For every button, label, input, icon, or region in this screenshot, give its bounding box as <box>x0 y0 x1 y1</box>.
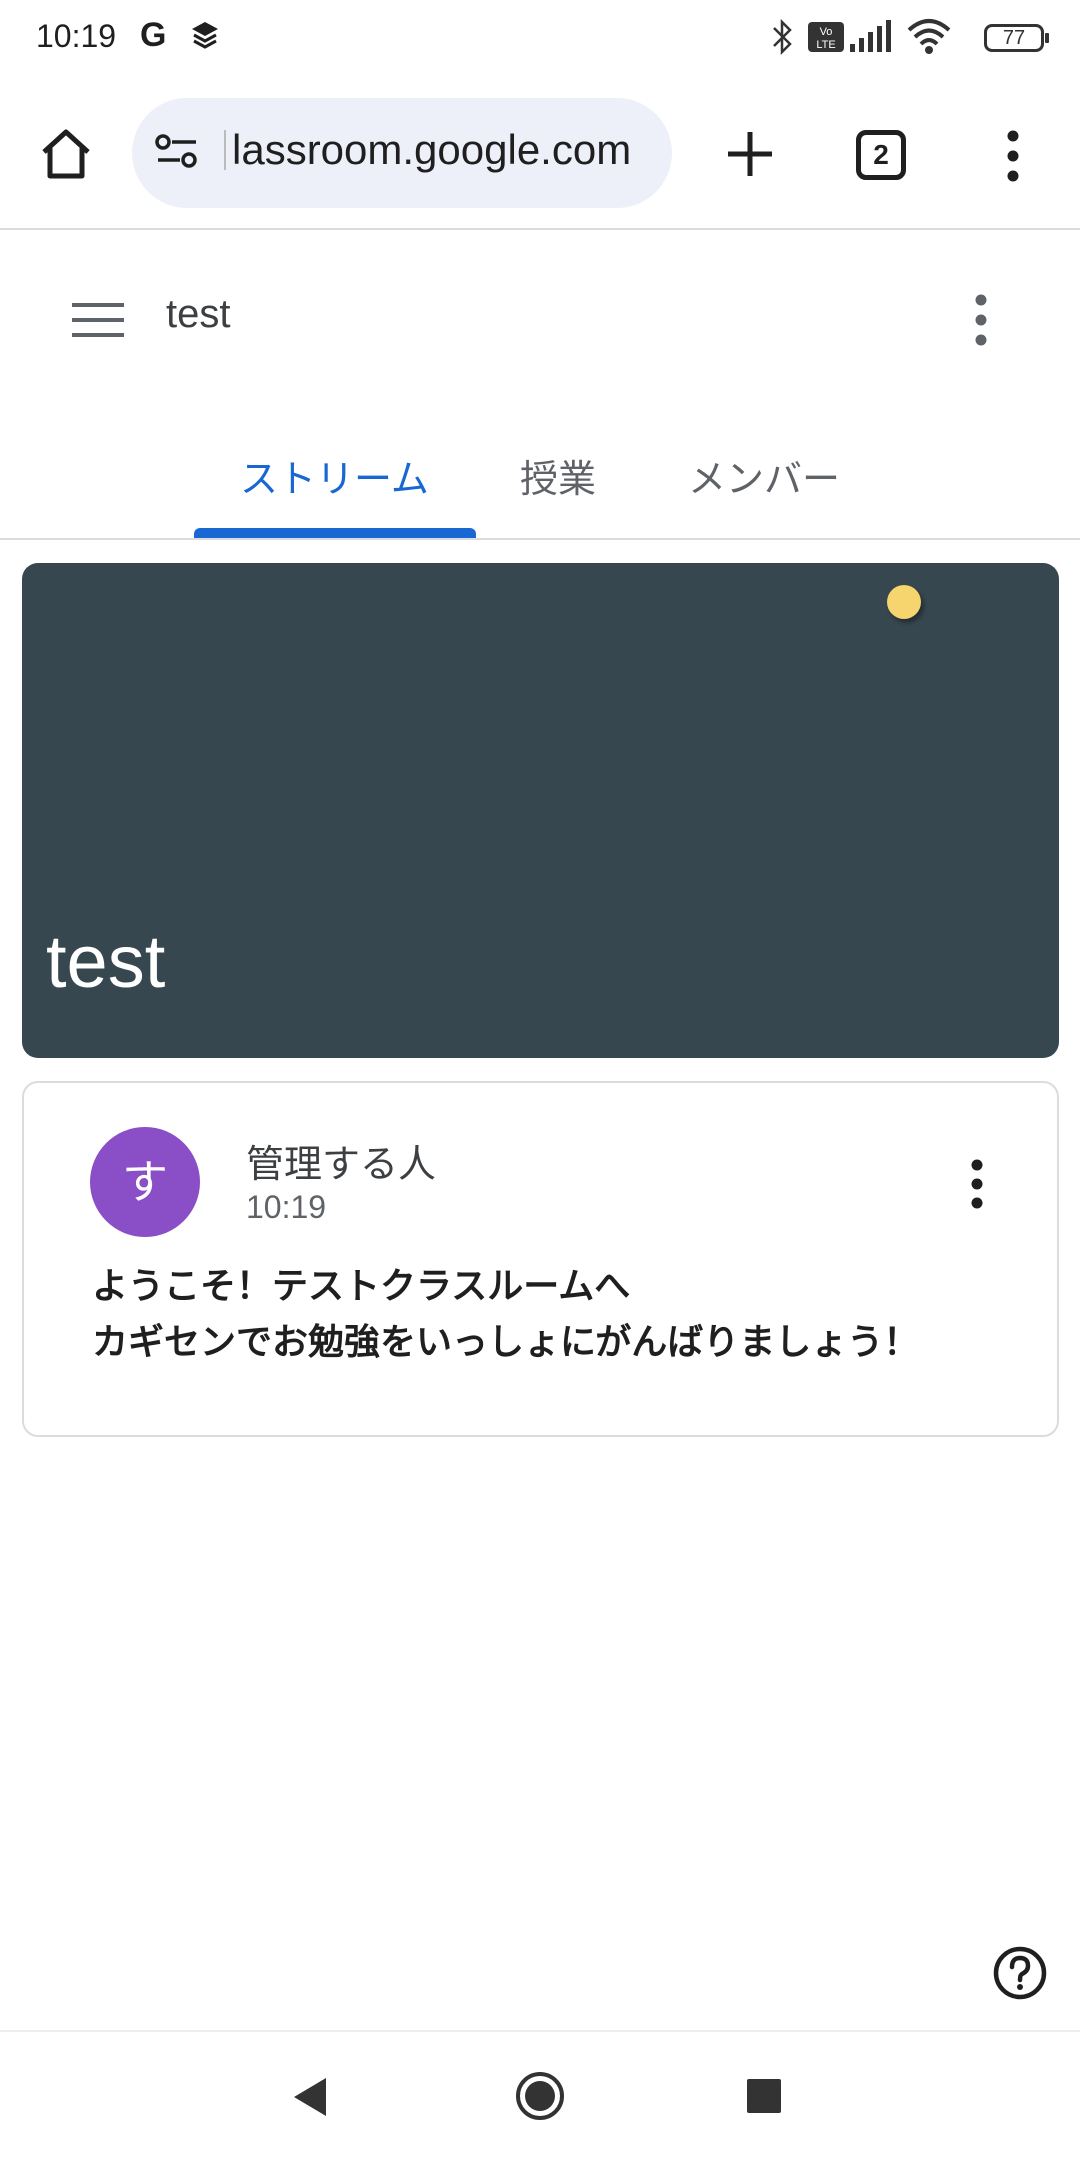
layers-icon <box>190 20 220 58</box>
status-bar: 10:19 G Vo LTE 77 <box>0 0 1080 78</box>
site-settings-icon[interactable] <box>154 132 200 176</box>
tab-stream[interactable]: ストリーム <box>240 448 429 503</box>
volte-icon: Vo LTE <box>808 22 844 56</box>
class-title: test <box>166 292 231 336</box>
bluetooth-icon <box>770 18 794 60</box>
browser-toolbar: lassroom.google.com 2 <box>0 78 1080 230</box>
active-tab-indicator <box>194 528 476 538</box>
hamburger-menu-icon[interactable] <box>72 300 124 340</box>
status-time: 10:19 <box>36 18 117 54</box>
tab-people[interactable]: メンバー <box>688 448 840 503</box>
recents-icon[interactable] <box>746 2078 782 2118</box>
system-nav-bar <box>0 2030 1080 2160</box>
battery-icon: 77 <box>984 24 1049 52</box>
google-g-icon: G <box>140 16 167 54</box>
avatar: す <box>90 1127 200 1237</box>
post-options-icon[interactable] <box>962 1157 992 1211</box>
plus-icon[interactable] <box>720 124 780 184</box>
class-options-icon[interactable] <box>966 292 996 348</box>
url-value: lassroom.google.com <box>232 126 632 173</box>
post-body: ようこそ！テストクラスルームへ カギセンでお勉強をいっしょにがんばりましょう！ <box>92 1259 1032 1371</box>
home-circle-icon[interactable] <box>514 2070 566 2126</box>
url-text[interactable]: lassroom.google.com <box>224 126 664 174</box>
post-author: 管理する人 <box>246 1142 437 1186</box>
svg-text:LTE: LTE <box>816 39 835 51</box>
page: 10:19 G Vo LTE 77 lassroom.google.com 2 … <box>0 0 1080 2160</box>
svg-text:Vo: Vo <box>820 26 833 38</box>
banner-title: test <box>46 920 166 1003</box>
help-icon[interactable] <box>992 1945 1048 2001</box>
url-bar[interactable]: lassroom.google.com <box>132 98 672 208</box>
banner-decoration <box>887 585 921 619</box>
post-line: カギセンでお勉強をいっしょにがんばりましょう！ <box>92 1322 920 1363</box>
tab-switcher-button[interactable]: 2 <box>856 130 906 180</box>
wifi-icon <box>906 18 952 60</box>
tab-classwork[interactable]: 授業 <box>520 448 596 503</box>
class-banner: test <box>22 563 1059 1058</box>
home-icon[interactable] <box>36 124 96 184</box>
signal-icon <box>848 20 892 58</box>
post-line: ようこそ！テストクラスルームへ <box>92 1266 631 1307</box>
back-icon[interactable] <box>292 2076 328 2122</box>
post-time: 10:19 <box>246 1189 327 1225</box>
more-vert-icon[interactable] <box>996 128 1030 184</box>
announcement-card: す 管理する人 10:19 ようこそ！テストクラスルームへ カギセンでお勉強をい… <box>22 1081 1059 1437</box>
classroom-header: test ストリーム 授業 メンバー <box>0 230 1080 540</box>
